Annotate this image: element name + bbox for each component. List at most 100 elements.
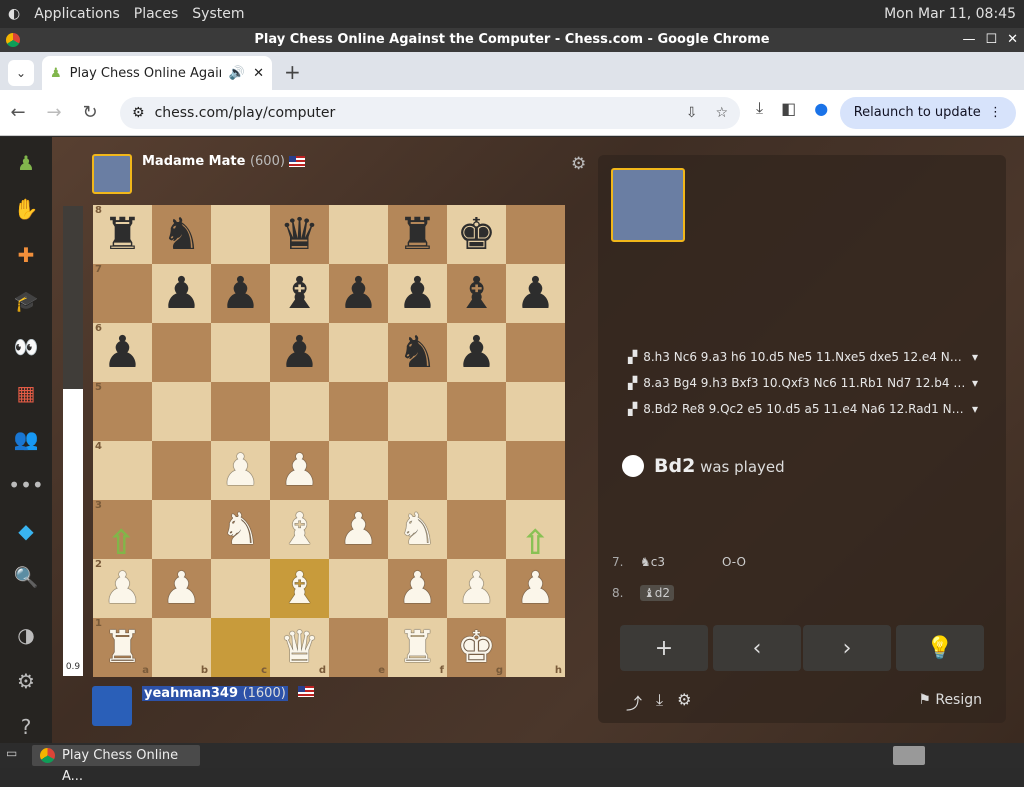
- system-logo-icon[interactable]: ◐: [8, 6, 20, 22]
- black-pawn-icon[interactable]: ♟: [162, 271, 201, 316]
- square-a8[interactable]: 8 ♜: [93, 205, 152, 264]
- white-queen-icon[interactable]: ♛: [280, 625, 319, 670]
- white-pawn-icon[interactable]: ♟: [516, 566, 555, 611]
- site-info-icon[interactable]: ⚙: [132, 105, 145, 121]
- square-a2[interactable]: 2 ♟: [93, 559, 152, 618]
- square-h7[interactable]: ♟: [506, 264, 565, 323]
- white-knight-icon[interactable]: ♞: [398, 507, 437, 552]
- black-pawn-icon[interactable]: ♟: [103, 330, 142, 375]
- square-h5[interactable]: [506, 382, 565, 441]
- white-move-active[interactable]: ♝d2: [640, 585, 675, 601]
- play-icon[interactable]: ✋: [0, 189, 52, 229]
- puzzles-icon[interactable]: ✚: [0, 235, 52, 275]
- square-b8[interactable]: ♞: [152, 205, 211, 264]
- tab-search-button[interactable]: ⌄: [8, 60, 34, 86]
- white-pawn-icon[interactable]: ♟: [398, 566, 437, 611]
- square-e6[interactable]: [329, 323, 388, 382]
- maximize-icon[interactable]: ☐: [985, 28, 997, 52]
- black-pawn-icon[interactable]: ♟: [280, 330, 319, 375]
- square-e2[interactable]: [329, 559, 388, 618]
- square-b5[interactable]: [152, 382, 211, 441]
- square-b6[interactable]: [152, 323, 211, 382]
- search-icon[interactable]: 🔍: [0, 557, 52, 597]
- diamond-icon[interactable]: ◆: [0, 511, 52, 551]
- white-pawn-icon[interactable]: ♟: [339, 507, 378, 552]
- square-d4[interactable]: ♟: [270, 441, 329, 500]
- black-pawn-icon[interactable]: ♟: [398, 271, 437, 316]
- show-desktop-icon[interactable]: ▭: [6, 746, 17, 760]
- chevron-down-icon[interactable]: ▾: [972, 402, 978, 416]
- browser-tab[interactable]: ♟ Play Chess Online Against 🔊 ✕: [42, 56, 272, 90]
- square-b1[interactable]: b: [152, 618, 211, 677]
- white-bishop-icon[interactable]: ♝: [280, 566, 319, 611]
- player-avatar[interactable]: [92, 686, 132, 726]
- square-g8[interactable]: ♚: [447, 205, 506, 264]
- chess-board[interactable]: 8 ♜ ♞ ♛ ♜ ♚ 7 ♟ ♟ ♝ ♟ ♟ ♝ ♟ 6 ♟ ♟ ♞ ♟ 5 4 ♟ ♟ 3 ♞ ♝ ♟ ♞ 2 ♟ ♟ ♝ ♟ ♟ ♟ 1 a ♜ b c…: [93, 205, 565, 677]
- previous-move-button[interactable]: ‹: [713, 625, 801, 671]
- chevron-down-icon[interactable]: ▾: [972, 350, 978, 364]
- black-queen-icon[interactable]: ♛: [280, 212, 319, 257]
- square-e8[interactable]: [329, 205, 388, 264]
- white-bishop-icon[interactable]: ♝: [280, 507, 319, 552]
- white-pawn-icon[interactable]: ♟: [280, 448, 319, 493]
- settings-icon[interactable]: ⚙: [0, 661, 52, 701]
- square-f5[interactable]: [388, 382, 447, 441]
- square-a1[interactable]: 1 a ♜: [93, 618, 152, 677]
- square-h2[interactable]: ♟: [506, 559, 565, 618]
- square-d2[interactable]: ♝: [270, 559, 329, 618]
- black-rook-icon[interactable]: ♜: [398, 212, 437, 257]
- square-c1[interactable]: c: [211, 618, 270, 677]
- hint-button[interactable]: 💡: [896, 625, 984, 671]
- black-bishop-icon[interactable]: ♝: [280, 271, 319, 316]
- taskbar-chrome-window[interactable]: Play Chess Online A...: [32, 745, 200, 784]
- square-c5[interactable]: [211, 382, 270, 441]
- help-icon[interactable]: ?: [0, 707, 52, 747]
- white-knight-icon[interactable]: ♞: [221, 507, 260, 552]
- profile-icon[interactable]: ●: [814, 99, 828, 118]
- theme-icon[interactable]: ◑: [0, 615, 52, 655]
- square-h1[interactable]: h: [506, 618, 565, 677]
- square-d5[interactable]: [270, 382, 329, 441]
- url-text[interactable]: chess.com/play/computer: [155, 105, 336, 121]
- square-g1[interactable]: g ♚: [447, 618, 506, 677]
- square-h4[interactable]: [506, 441, 565, 500]
- square-b7[interactable]: ♟: [152, 264, 211, 323]
- square-f6[interactable]: ♞: [388, 323, 447, 382]
- black-bishop-icon[interactable]: ♝: [457, 271, 496, 316]
- menu-applications[interactable]: Applications: [34, 6, 120, 22]
- new-tab-button[interactable]: +: [284, 60, 301, 84]
- square-c4[interactable]: ♟: [211, 441, 270, 500]
- square-c8[interactable]: [211, 205, 270, 264]
- square-a4[interactable]: 4: [93, 441, 152, 500]
- white-pawn-icon[interactable]: ♟: [103, 566, 142, 611]
- square-f7[interactable]: ♟: [388, 264, 447, 323]
- white-pawn-icon[interactable]: ♟: [457, 566, 496, 611]
- square-e5[interactable]: [329, 382, 388, 441]
- add-button[interactable]: +: [620, 625, 708, 671]
- black-pawn-icon[interactable]: ♟: [457, 330, 496, 375]
- square-b2[interactable]: ♟: [152, 559, 211, 618]
- square-b3[interactable]: [152, 500, 211, 559]
- black-knight-icon[interactable]: ♞: [398, 330, 437, 375]
- download-icon[interactable]: ⤓: [656, 690, 663, 714]
- square-a7[interactable]: 7: [93, 264, 152, 323]
- bookmark-star-icon[interactable]: ☆: [715, 105, 728, 121]
- square-c7[interactable]: ♟: [211, 264, 270, 323]
- board-settings-icon[interactable]: ⚙: [571, 154, 586, 174]
- back-button[interactable]: ←: [0, 102, 36, 123]
- chesscom-logo-icon[interactable]: ♟: [0, 143, 52, 183]
- square-e7[interactable]: ♟: [329, 264, 388, 323]
- square-d8[interactable]: ♛: [270, 205, 329, 264]
- downloads-icon[interactable]: ⤓: [756, 98, 763, 118]
- resign-button[interactable]: ⚑ Resign: [918, 692, 982, 708]
- opening-line[interactable]: ▞ 8.Bd2 Re8 9.Qc2 e5 10.d5 a5 11.e4 Na6 …: [628, 397, 978, 421]
- square-g4[interactable]: [447, 441, 506, 500]
- relaunch-button[interactable]: Relaunch to update ⋮: [839, 97, 1016, 129]
- black-king-icon[interactable]: ♚: [457, 212, 496, 257]
- workspace-switcher[interactable]: [893, 746, 925, 765]
- game-settings-icon[interactable]: ⚙: [677, 690, 691, 714]
- watch-icon[interactable]: 👀: [0, 327, 52, 367]
- square-f1[interactable]: f ♜: [388, 618, 447, 677]
- black-pawn-icon[interactable]: ♟: [221, 271, 260, 316]
- chevron-down-icon[interactable]: ▾: [972, 376, 978, 390]
